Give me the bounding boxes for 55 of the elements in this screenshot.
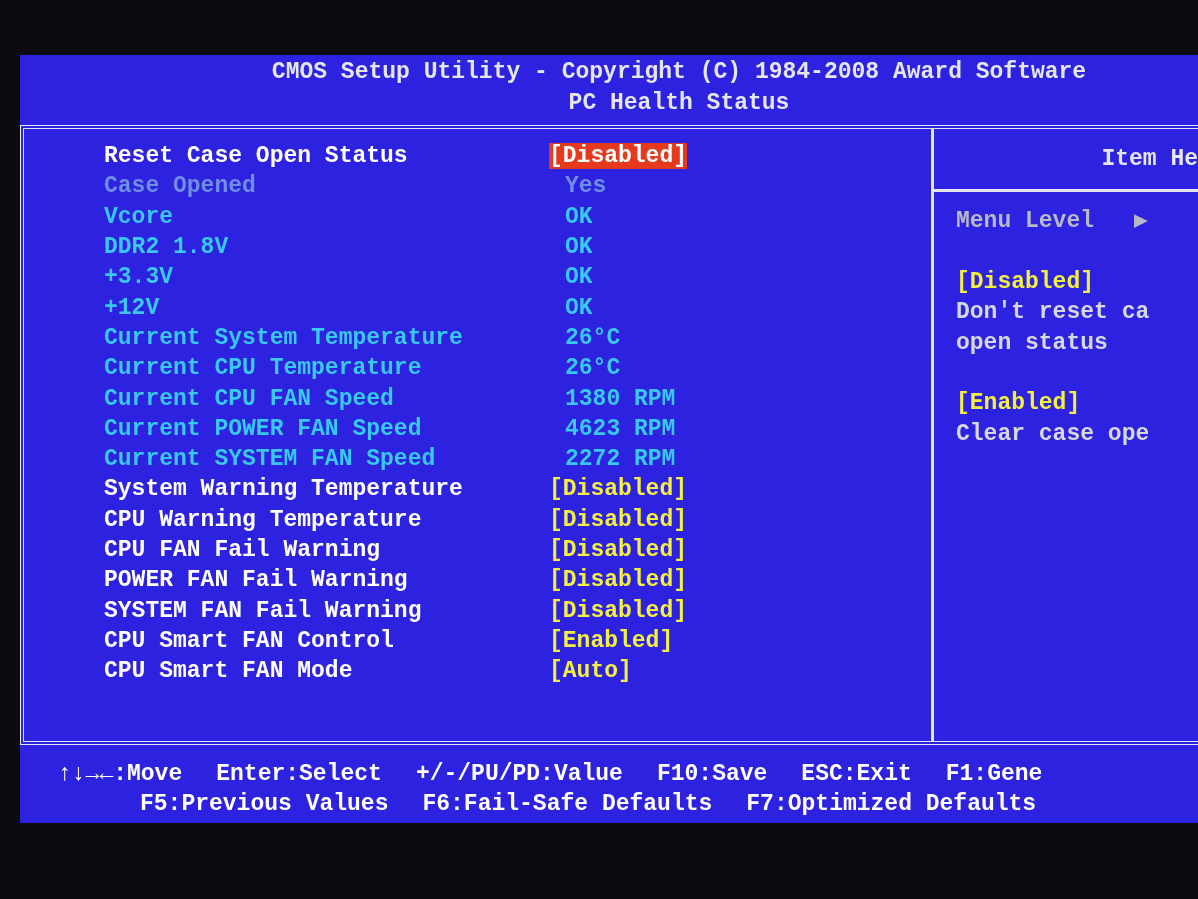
setting-label: Current CPU FAN Speed	[104, 385, 395, 412]
menu-level-marker: ▶	[1134, 207, 1148, 236]
setting-label: Vcore	[104, 203, 174, 230]
reading-value: 26°C	[565, 324, 621, 351]
reading-value: 2272 RPM	[565, 446, 676, 473]
key-hint: ↑↓→←:Move	[58, 760, 183, 789]
page-title: PC Health Status	[568, 89, 790, 118]
reading-value: OK	[565, 294, 593, 321]
setting-value[interactable]: [Auto]	[549, 658, 632, 685]
reading-value: 1380 RPM	[565, 385, 676, 412]
reading-value: 26°C	[565, 355, 621, 382]
key-hint: ESC:Exit	[801, 760, 912, 789]
setting-label: +12V	[104, 294, 161, 321]
setting-label: CPU Smart FAN Mode	[104, 658, 354, 685]
setting-label: DDR2 1.8V	[104, 234, 230, 261]
help-text: Don't reset ca	[956, 298, 1151, 327]
setting-value[interactable]: [Disabled]	[549, 506, 688, 533]
setting-label: Current SYSTEM FAN Speed	[104, 446, 437, 473]
key-hint: F6:Fail-Safe Defaults	[422, 790, 713, 819]
reading-value: OK	[565, 234, 593, 261]
help-option: [Enabled]	[956, 388, 1198, 419]
setting-label: Current POWER FAN Speed	[104, 415, 423, 442]
help-title: Item He	[1101, 146, 1198, 172]
reading-value: OK	[565, 264, 593, 291]
setting-label: CPU FAN Fail Warning	[104, 537, 382, 563]
setting-value[interactable]: [Disabled]	[549, 567, 688, 594]
setting-value[interactable]: [Disabled]	[549, 537, 688, 563]
setting-label: SYSTEM FAN Fail Warning	[104, 597, 423, 624]
help-option: [Disabled]	[956, 266, 1198, 297]
key-hint: F5:Previous Values	[140, 790, 389, 819]
key-hint: F10:Save	[656, 760, 768, 789]
menu-level-label: Menu Level	[956, 207, 1095, 236]
key-hint: +/-/PU/PD:Value	[415, 760, 623, 789]
key-hint: F7:Optimized Defaults	[746, 790, 1037, 819]
key-hint: F1:Gene	[945, 760, 1043, 789]
setting-label: +3.3V	[104, 264, 174, 291]
utility-title: CMOS Setup Utility - Copyright (C) 1984-2008 Award Software	[271, 58, 1087, 87]
reading-value: 4623 RPM	[565, 415, 676, 442]
setting-label: CPU Smart FAN Control	[104, 627, 395, 654]
help-text: open status	[956, 328, 1109, 358]
setting-label: POWER FAN Fail Warning	[104, 567, 409, 594]
reading-value: OK	[565, 203, 593, 230]
setting-label: Current CPU Temperature	[104, 355, 423, 382]
reading-value: Yes	[565, 173, 607, 200]
setting-label: System Warning Temperature	[104, 476, 464, 503]
setting-label: Reset Case Open Status	[104, 143, 409, 170]
setting-value[interactable]: [Disabled]	[549, 597, 688, 624]
key-hint: Enter:Select	[216, 760, 382, 789]
setting-value[interactable]: [Enabled]	[549, 627, 674, 654]
setting-value[interactable]: [Disabled]	[549, 143, 688, 170]
setting-label: Current System Temperature	[104, 324, 464, 351]
help-text: Clear case ope	[956, 419, 1151, 449]
setting-label: Case Opened	[104, 173, 257, 200]
setting-label: CPU Warning Temperature	[104, 506, 423, 533]
setting-value[interactable]: [Disabled]	[549, 476, 688, 503]
